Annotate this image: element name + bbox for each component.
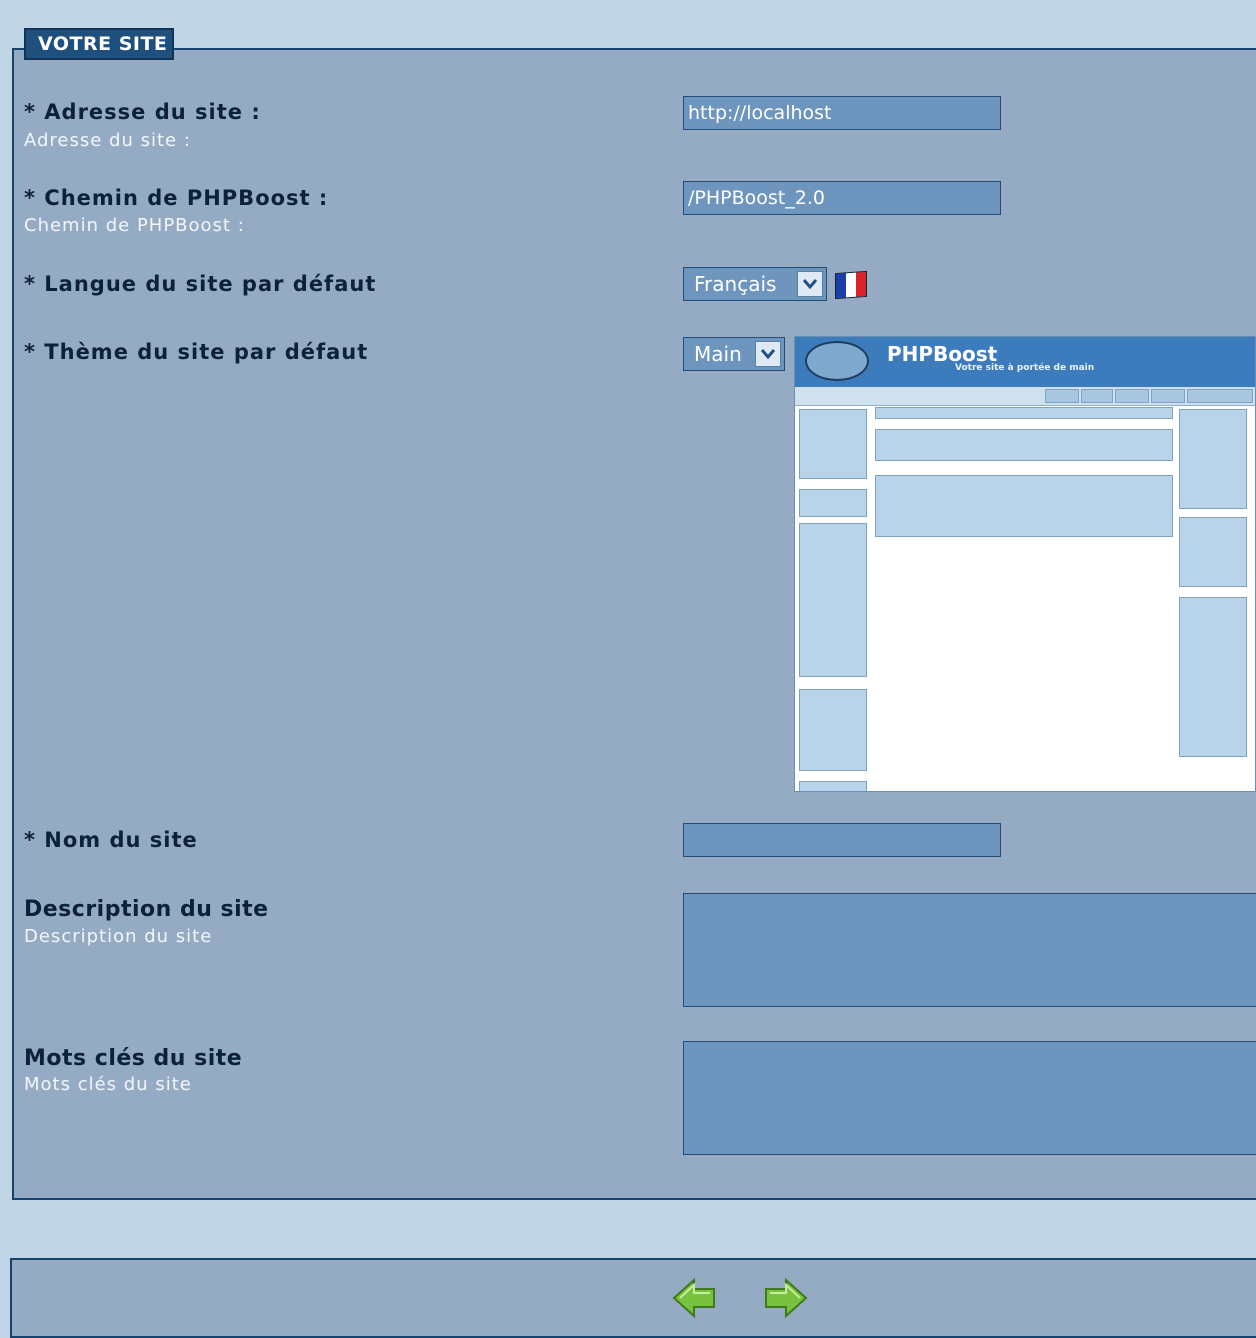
- phpboost-path-label: * Chemin de PHPBoost :: [24, 186, 329, 210]
- site-keywords-help: Mots clés du site: [24, 1074, 192, 1095]
- elephant-logo-icon: [805, 341, 869, 381]
- preview-nav-tab: [1115, 389, 1149, 403]
- preview-side-box: [1179, 409, 1247, 509]
- phpboost-path-input[interactable]: /PHPBoost_2.0: [683, 181, 1001, 215]
- arrow-right-icon: [765, 1277, 808, 1319]
- preview-nav-tab: [1081, 389, 1113, 403]
- preview-nav-tab: [1187, 389, 1253, 403]
- preview-content-box: [875, 475, 1173, 537]
- preview-menu-box: [799, 489, 867, 517]
- phpboost-path-help: Chemin de PHPBoost :: [24, 215, 245, 236]
- next-step-button[interactable]: [762, 1276, 810, 1320]
- arrow-left-icon: [672, 1277, 715, 1319]
- language-select-value: Français: [694, 272, 777, 296]
- site-address-input[interactable]: http://localhost: [683, 96, 1001, 130]
- site-keywords-textarea[interactable]: [683, 1041, 1256, 1155]
- preview-menu-box: [799, 689, 867, 771]
- site-address-label: * Adresse du site :: [24, 100, 261, 124]
- default-theme-label: * Thème du site par défaut: [24, 340, 369, 364]
- site-description-help: Description du site: [24, 926, 213, 947]
- site-address-help: Adresse du site :: [24, 130, 191, 151]
- preview-nav-tab: [1151, 389, 1185, 403]
- chevron-down-icon: [797, 271, 823, 297]
- theme-preview-image: PHPBoost Votre site à portée de main: [794, 336, 1256, 792]
- chevron-down-icon: [755, 341, 781, 367]
- theme-select-value: Main: [694, 342, 742, 366]
- preview-breadcrumb: [875, 407, 1173, 419]
- fieldset-legend: VOTRE SITE: [24, 28, 174, 60]
- previous-step-button[interactable]: [670, 1276, 718, 1320]
- preview-nav: [795, 387, 1255, 406]
- preview-content-box: [875, 429, 1173, 461]
- site-description-label: Description du site: [24, 897, 269, 922]
- theme-select[interactable]: Main: [683, 337, 785, 371]
- site-description-textarea[interactable]: [683, 893, 1256, 1007]
- preview-side-box: [1179, 517, 1247, 587]
- preview-menu-box: [799, 523, 867, 677]
- preview-nav-tab: [1045, 389, 1079, 403]
- site-keywords-label: Mots clés du site: [24, 1046, 243, 1071]
- preview-menu-box: [799, 409, 867, 479]
- default-language-label: * Langue du site par défaut: [24, 272, 377, 296]
- preview-side-box: [1179, 597, 1247, 757]
- preview-menu-box: [799, 781, 867, 791]
- language-select[interactable]: Français: [683, 267, 827, 301]
- preview-slogan: Votre site à portée de main: [955, 363, 1095, 373]
- site-name-label: * Nom du site: [24, 828, 198, 852]
- navigation-bar: [10, 1258, 1256, 1338]
- site-name-input[interactable]: [683, 823, 1001, 857]
- french-flag-icon: [835, 270, 867, 300]
